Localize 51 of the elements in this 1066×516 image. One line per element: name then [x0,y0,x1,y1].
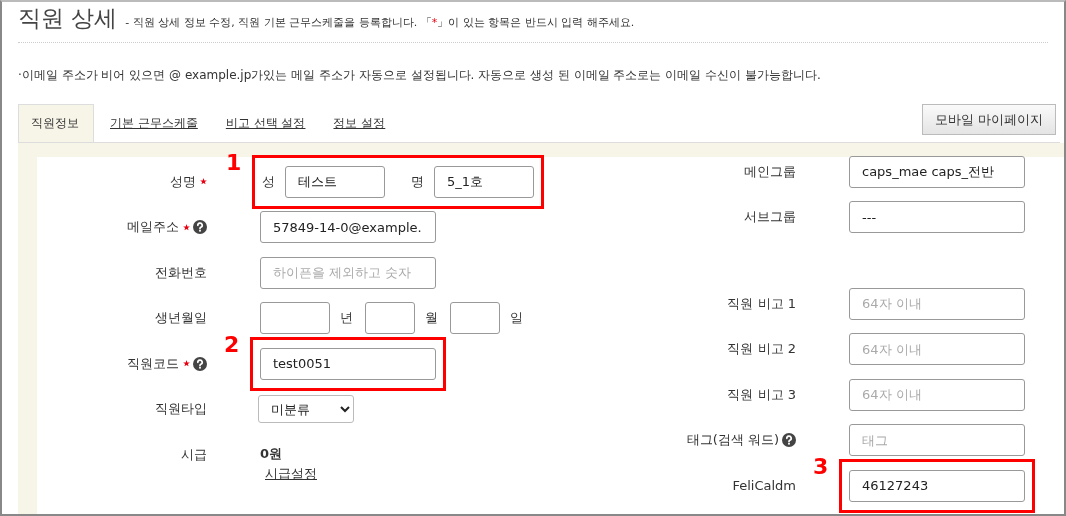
field-label: FeliCaldm [732,478,796,494]
wage-value: 0원 [260,444,284,463]
help-icon[interactable] [193,220,207,235]
field-label: 메일주소 [127,218,179,237]
text-field[interactable]: --- [849,201,1025,234]
field-label: 직원 비고 2 [727,340,796,359]
text-field[interactable]: 64자 이내 [849,287,1025,320]
wage-settings-link[interactable]: 시급설정 [265,464,317,483]
text-field[interactable]: 태그 [849,424,1025,457]
field-label: 직원 비고 1 [727,294,796,313]
type-dropdown[interactable]: 미분류 [258,395,354,424]
field-label: 명 [411,172,424,191]
annotation-number: 1 [226,149,242,175]
text-field[interactable] [365,302,415,335]
field-label: 생년월일 [155,309,207,328]
text-field[interactable]: caps_mae caps_전반 [849,155,1025,188]
text-field[interactable]: 5_1호 [434,165,534,198]
tab[interactable]: 정보 설정 [319,104,400,142]
field-label: 메인그룹 [744,162,796,181]
page-description: - 직원 상세 정보 수정, 직원 기본 근무스케줄을 등록합니다. 「*」이 있는 항목은 반드시 입력 해주세요. [125,15,635,30]
field-label: 직원코드 [127,354,179,373]
tab[interactable]: 기본 근무스케줄 [96,104,212,142]
unit-label: 월 [425,309,438,328]
help-icon[interactable] [193,356,207,371]
email-notice: ·이메일 주소가 비어 있으면 @ example.jp가있는 메일 주소가 자동으로 설정됩니다. 자동으로 생성 된 이메일 주소로는 이메일 수신이 불가능합니다. [18,67,822,84]
field-label: 시급 [181,445,207,464]
help-icon[interactable] [782,433,796,448]
field-label: 태그(검색 워드) [686,431,779,450]
mobile-mypage-button[interactable]: 모바일 마이페이지 [921,104,1056,135]
page-title: 직원 상세 [18,4,118,33]
tab[interactable]: 직원정보 [18,104,94,142]
text-field[interactable] [260,302,330,335]
text-field[interactable]: 64자 이내 [849,378,1025,411]
unit-label: 년 [340,309,353,328]
unit-label: 일 [510,309,523,328]
annotation-number: 2 [224,331,240,357]
text-field[interactable]: 테스트 [285,165,385,198]
field-label: 서브그룹 [744,208,796,227]
text-field[interactable]: 64자 이내 [849,333,1025,366]
text-field[interactable]: 57849-14-0@example. [260,211,436,244]
field-label: 전화번호 [155,263,207,282]
text-field[interactable]: 하이픈을 제외하고 숫자 [260,256,436,289]
tab[interactable]: 비고 선택 설정 [211,104,320,142]
field-label: 성명 [170,172,196,191]
field-label: 직원타입 [155,400,207,419]
field-label: 성 [262,172,275,191]
text-field[interactable]: test0051 [260,347,436,380]
annotation-number: 3 [813,453,829,479]
field-label: 직원 비고 3 [727,385,796,404]
text-field[interactable]: 46127243 [849,469,1025,502]
text-field[interactable] [450,302,500,335]
